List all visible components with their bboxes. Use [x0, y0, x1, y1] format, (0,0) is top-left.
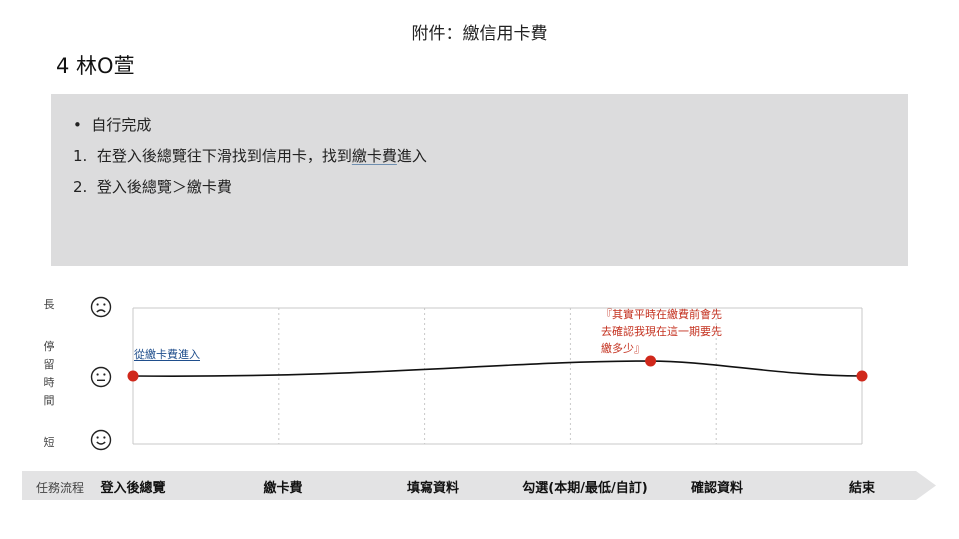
- flow-step: 繳卡費: [263, 481, 303, 496]
- quote-line: 『其實平時在繳費前會先: [601, 308, 722, 321]
- data-point: [127, 370, 139, 382]
- series-line: [132, 360, 863, 377]
- start-annotation: 從繳卡費進入: [134, 348, 200, 361]
- task-flow-label: 任務流程: [36, 481, 85, 495]
- data-point: [856, 370, 868, 382]
- flow-step: 登入後總覽: [100, 481, 166, 496]
- user-quote-annotation: 『其實平時在繳費前會先 去確認我現在這一期要先 繳多少』: [601, 306, 722, 357]
- flow-step: 勾選(本期/最低/自訂): [522, 481, 648, 496]
- data-point: [645, 355, 657, 367]
- quote-line: 繳多少』: [601, 342, 645, 355]
- quote-line: 去確認我現在這一期要先: [601, 325, 722, 338]
- flow-step: 填寫資料: [406, 481, 460, 496]
- flow-step: 確認資料: [690, 481, 744, 496]
- dwell-time-chart: [127, 307, 868, 445]
- flow-step: 結束: [848, 481, 876, 496]
